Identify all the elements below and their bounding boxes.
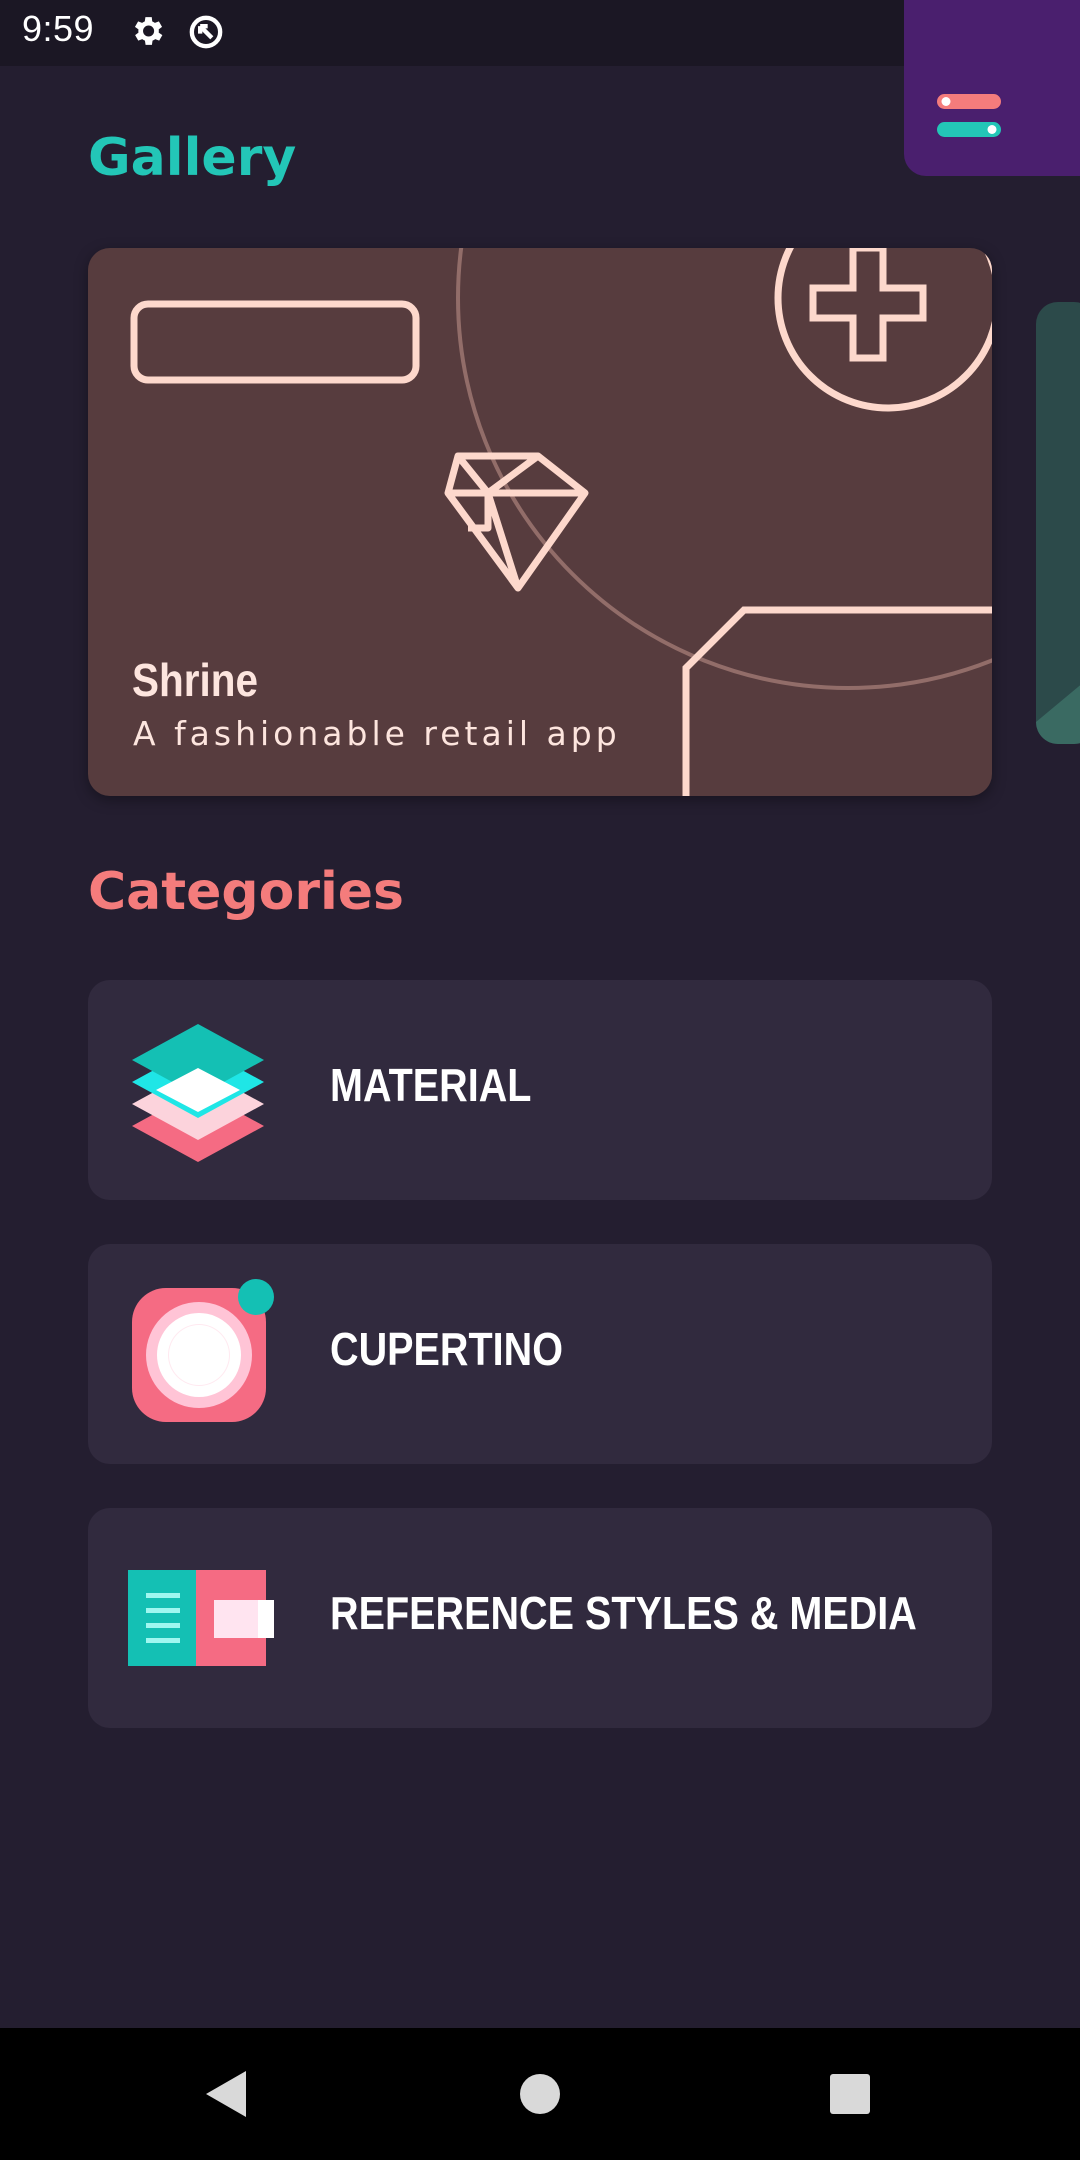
shrine-card-title: Shrine — [132, 654, 258, 706]
back-button[interactable] — [160, 2028, 292, 2160]
status-time: 9:59 — [22, 8, 95, 49]
category-material[interactable]: MATERIAL — [88, 980, 992, 1200]
shrine-card[interactable]: Shrine A fashionable retail app — [88, 248, 992, 796]
settings-button[interactable] — [904, 0, 1080, 176]
category-label-reference-styles-media: REFERENCE STYLES & MEDIA — [330, 1587, 917, 1639]
recents-icon — [830, 2074, 870, 2114]
material-layers-icon — [132, 1024, 264, 1162]
gallery-title: Gallery — [88, 128, 297, 188]
gear-icon — [128, 12, 166, 54]
category-label-cupertino: CUPERTINO — [330, 1323, 563, 1375]
navigation-bar — [0, 2028, 1080, 2160]
back-icon — [206, 2071, 246, 2117]
category-reference-styles-media[interactable]: REFERENCE STYLES & MEDIA — [88, 1508, 992, 1728]
cupertino-camera-icon — [132, 1279, 274, 1422]
settings-toggle-icon — [937, 94, 1001, 137]
category-cupertino[interactable]: CUPERTINO — [88, 1244, 992, 1464]
categories-title: Categories — [88, 862, 405, 922]
home-button[interactable] — [474, 2028, 606, 2160]
category-label-material: MATERIAL — [330, 1059, 532, 1111]
recents-button[interactable] — [784, 2028, 916, 2160]
reference-media-icon — [128, 1570, 274, 1666]
home-icon — [520, 2074, 560, 2114]
next-gallery-card[interactable] — [1036, 302, 1080, 744]
data-saver-icon — [186, 12, 226, 56]
shrine-card-subtitle: A fashionable retail app — [133, 714, 621, 753]
